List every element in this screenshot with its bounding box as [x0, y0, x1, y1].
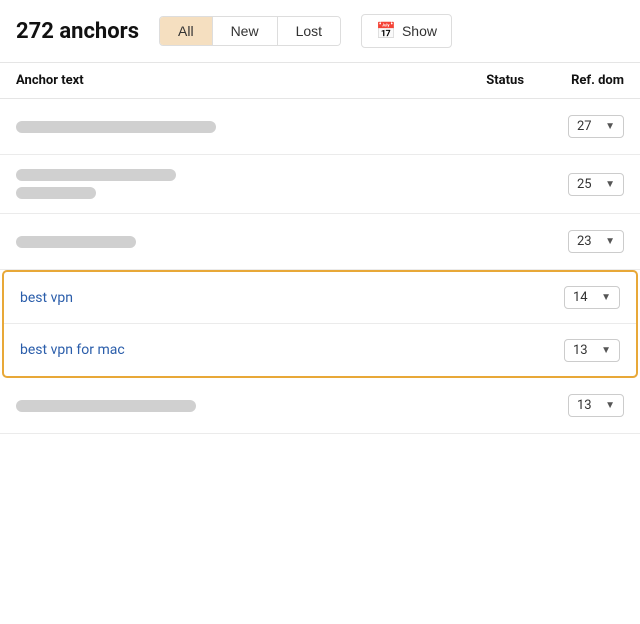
ref-dom-value: 14 [573, 290, 588, 305]
blurred-text [16, 400, 196, 412]
show-button[interactable]: 📅 Show [361, 14, 452, 48]
ref-dom-value: 27 [577, 119, 592, 134]
dropdown-arrow-icon: ▼ [601, 292, 611, 303]
ref-dom-cell: 27 ▼ [524, 115, 624, 138]
table-row: 25 ▼ [0, 155, 640, 214]
blurred-text-2 [16, 187, 96, 199]
dropdown-arrow-icon: ▼ [601, 345, 611, 356]
blurred-text [16, 169, 176, 181]
ref-dom-dropdown[interactable]: 14 ▼ [564, 286, 620, 309]
ref-dom-cell: 13 ▼ [524, 394, 624, 417]
ref-dom-value: 23 [577, 234, 592, 249]
tab-lost[interactable]: Lost [278, 17, 340, 45]
ref-dom-value: 13 [573, 343, 588, 358]
col-anchor-text: Anchor text [16, 73, 404, 88]
table-row: best vpn for mac 13 ▼ [4, 324, 636, 376]
col-ref-dom: Ref. dom [524, 73, 624, 88]
ref-dom-value: 25 [577, 177, 592, 192]
blurred-text [16, 236, 136, 248]
tab-new[interactable]: New [213, 17, 278, 45]
page-header: 272 anchors All New Lost 📅 Show [0, 0, 640, 63]
anchor-text-cell [16, 155, 404, 213]
anchors-count: 272 anchors [16, 19, 139, 44]
tab-all[interactable]: All [160, 17, 213, 45]
ref-dom-value: 13 [577, 398, 592, 413]
highlighted-group: best vpn 14 ▼ best vpn for mac 13 ▼ [2, 270, 638, 378]
dropdown-arrow-icon: ▼ [605, 121, 615, 132]
dropdown-arrow-icon: ▼ [605, 179, 615, 190]
anchor-link[interactable]: best vpn [20, 290, 73, 306]
table-row: 23 ▼ [0, 214, 640, 270]
anchor-link[interactable]: best vpn for mac [20, 342, 125, 358]
ref-dom-dropdown[interactable]: 13 ▼ [564, 339, 620, 362]
col-status: Status [404, 73, 524, 88]
tab-group: All New Lost [159, 16, 341, 46]
table-row: 27 ▼ [0, 99, 640, 155]
table-header: Anchor text Status Ref. dom [0, 63, 640, 99]
ref-dom-cell: 13 ▼ [520, 339, 620, 362]
ref-dom-cell: 25 ▼ [524, 173, 624, 196]
anchor-text-cell [16, 386, 404, 426]
dropdown-arrow-icon: ▼ [605, 400, 615, 411]
ref-dom-cell: 23 ▼ [524, 230, 624, 253]
ref-dom-dropdown[interactable]: 13 ▼ [568, 394, 624, 417]
anchor-text-cell: best vpn [20, 276, 400, 320]
ref-dom-dropdown[interactable]: 25 ▼ [568, 173, 624, 196]
ref-dom-dropdown[interactable]: 27 ▼ [568, 115, 624, 138]
blurred-text [16, 121, 216, 133]
table-body: 27 ▼ 25 ▼ 23 ▼ [0, 99, 640, 434]
table-row: best vpn 14 ▼ [4, 272, 636, 324]
anchor-text-cell [16, 222, 404, 262]
dropdown-arrow-icon: ▼ [605, 236, 615, 247]
calendar-icon: 📅 [376, 21, 396, 41]
ref-dom-dropdown[interactable]: 23 ▼ [568, 230, 624, 253]
ref-dom-cell: 14 ▼ [520, 286, 620, 309]
anchor-text-cell [16, 107, 404, 147]
table-row: 13 ▼ [0, 378, 640, 434]
anchor-text-cell: best vpn for mac [20, 328, 400, 372]
